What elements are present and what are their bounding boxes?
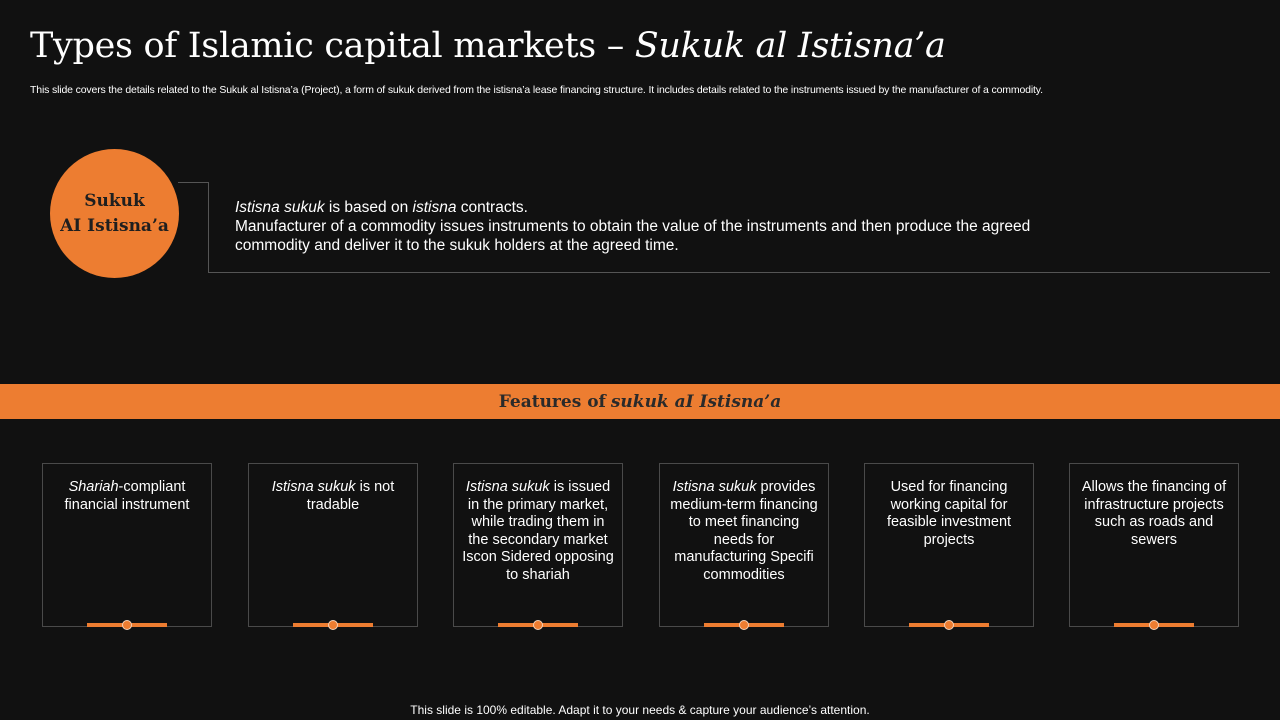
banner-italic: sukuk aI Istisna’a [610,391,782,412]
feature-card-5: Used for financing working capital for f… [864,463,1034,630]
feature-card-text: Allows the financing of infrastructure p… [1081,479,1227,548]
feature-card-italic: Istisna sukuk [465,479,550,495]
description-text-1: is based on [324,199,413,216]
card-accent-dot [739,620,749,630]
feature-card-1: Shariah-compliant financial instrument [42,463,212,630]
description-underline [209,272,1270,273]
feature-card-3: Istisna sukuk is issued in the primary m… [453,463,623,630]
banner-prefix: Features of [498,391,606,412]
feature-card-italic: Istisna sukuk [271,479,356,495]
card-accent-dot [944,620,954,630]
circle-line-1: Sukuk [84,190,145,211]
description-line-2: Manufacturer of a commodity issues instr… [235,218,1031,254]
card-accent-dot [1149,620,1159,630]
title-italic: Sukuk al Istisna’a [634,26,946,66]
connector-bracket [178,182,209,273]
feature-card-italic: Shariah [68,479,119,495]
description-block: Istisna sukuk is based on istisna contra… [235,198,1065,255]
description-line-1: Istisna sukuk is based on istisna contra… [235,198,1065,217]
card-accent-dot [533,620,543,630]
description-text-2: contracts. [456,199,528,216]
slide-subtitle: This slide covers the details related to… [30,84,1043,96]
title-main: Types of Islamic capital markets – [30,26,624,66]
description-term-2: istisna [412,199,457,216]
feature-card-italic: Istisna sukuk [672,479,757,495]
description-term-1: Istisna sukuk [235,199,325,216]
slide-footer: This slide is 100% editable. Adapt it to… [410,703,870,717]
features-banner: Features of sukuk aI Istisna’a [0,384,1280,419]
feature-card-6: Allows the financing of infrastructure p… [1069,463,1239,630]
slide-title: Types of Islamic capital markets – Sukuk… [30,26,946,66]
card-accent-dot [328,620,338,630]
feature-card-4: Istisna sukuk provides medium-term finan… [659,463,829,630]
feature-card-text: Used for financing working capital for f… [886,479,1012,548]
sukuk-circle-badge: Sukuk AI Istisna’a [50,149,179,278]
circle-line-2: AI Istisna’a [60,215,169,236]
feature-card-2: Istisna sukuk is not tradable [248,463,418,630]
card-accent-dot [122,620,132,630]
